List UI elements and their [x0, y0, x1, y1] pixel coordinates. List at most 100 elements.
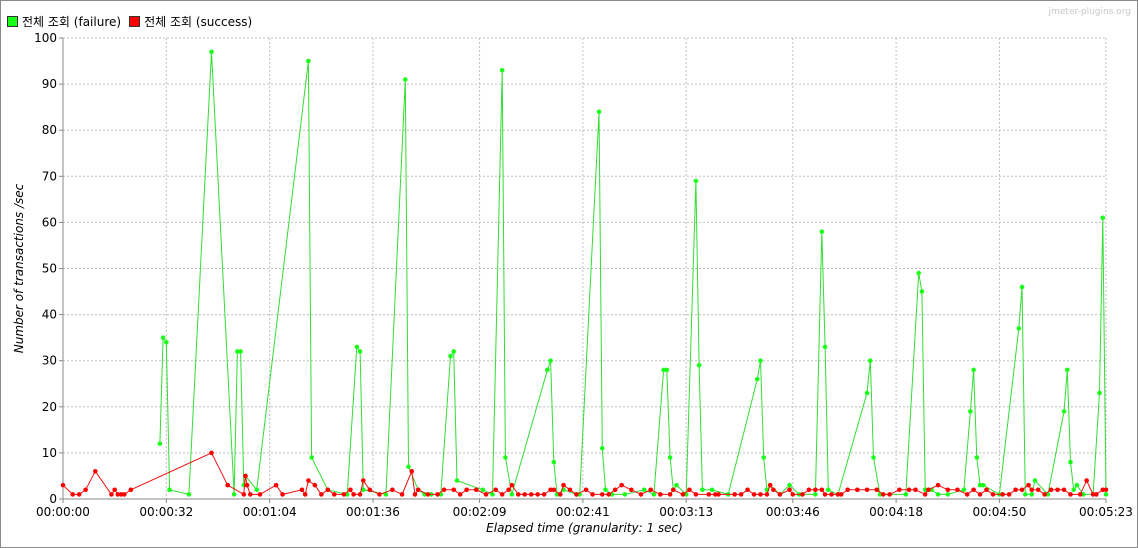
data-point-success[interactable]	[751, 492, 757, 497]
data-point-success[interactable]	[528, 492, 534, 497]
data-point-success[interactable]	[716, 492, 721, 497]
data-point-success[interactable]	[864, 487, 870, 493]
data-point-success[interactable]	[83, 487, 88, 493]
data-point-failure[interactable]	[1068, 459, 1073, 465]
data-point-success[interactable]	[800, 492, 805, 497]
data-point-success[interactable]	[247, 492, 253, 497]
data-point-success[interactable]	[76, 492, 82, 497]
data-point-success[interactable]	[838, 492, 844, 497]
data-point-failure[interactable]	[813, 492, 818, 497]
data-point-success[interactable]	[451, 487, 457, 493]
data-point-success[interactable]	[880, 492, 886, 497]
data-point-success[interactable]	[629, 487, 634, 493]
data-point-success[interactable]	[551, 487, 557, 493]
data-point-success[interactable]	[1019, 487, 1025, 493]
data-point-success[interactable]	[361, 478, 366, 483]
data-point-failure[interactable]	[968, 409, 973, 414]
data-point-failure[interactable]	[935, 492, 941, 497]
data-point-success[interactable]	[367, 487, 373, 493]
data-point-success[interactable]	[1013, 487, 1018, 493]
data-point-success[interactable]	[583, 487, 589, 493]
data-point-failure[interactable]	[503, 455, 508, 460]
data-point-success[interactable]	[680, 492, 686, 497]
data-point-success[interactable]	[351, 492, 356, 497]
data-point-success[interactable]	[319, 492, 324, 497]
data-point-failure[interactable]	[490, 492, 495, 497]
data-point-success[interactable]	[758, 492, 763, 497]
data-point-success[interactable]	[1035, 487, 1041, 493]
data-point-success[interactable]	[341, 492, 347, 497]
data-point-failure[interactable]	[160, 335, 166, 340]
data-point-success[interactable]	[412, 492, 418, 497]
data-point-success[interactable]	[561, 482, 566, 488]
data-point-failure[interactable]	[871, 455, 876, 460]
data-point-success[interactable]	[1094, 492, 1099, 497]
data-point-success[interactable]	[516, 492, 521, 497]
data-point-success[interactable]	[855, 487, 860, 493]
data-point-success[interactable]	[874, 487, 880, 493]
data-point-failure[interactable]	[357, 349, 363, 354]
data-point-success[interactable]	[829, 492, 834, 497]
data-point-success[interactable]	[764, 492, 770, 497]
data-point-success[interactable]	[738, 492, 744, 497]
data-point-failure[interactable]	[916, 270, 922, 276]
data-point-success[interactable]	[112, 487, 117, 493]
data-point-failure[interactable]	[1097, 390, 1102, 396]
data-point-failure[interactable]	[758, 358, 763, 364]
data-point-failure[interactable]	[667, 455, 673, 460]
data-point-success[interactable]	[457, 492, 463, 497]
data-point-success[interactable]	[441, 487, 447, 493]
data-point-success[interactable]	[257, 492, 263, 497]
data-point-failure[interactable]	[1064, 367, 1070, 373]
data-point-success[interactable]	[767, 482, 773, 488]
data-point-failure[interactable]	[971, 367, 976, 373]
data-point-failure[interactable]	[919, 289, 925, 294]
data-point-success[interactable]	[612, 487, 618, 493]
data-point-failure[interactable]	[1103, 492, 1109, 497]
data-point-success[interactable]	[509, 482, 515, 488]
data-point-failure[interactable]	[599, 445, 605, 451]
data-point-success[interactable]	[209, 450, 214, 456]
data-point-success[interactable]	[971, 487, 976, 493]
data-point-success[interactable]	[299, 487, 305, 493]
data-point-failure[interactable]	[709, 487, 715, 493]
data-point-success[interactable]	[325, 487, 331, 493]
data-point-failure[interactable]	[1100, 215, 1106, 221]
data-point-success[interactable]	[693, 492, 699, 497]
data-point-success[interactable]	[1103, 487, 1109, 493]
data-point-success[interactable]	[935, 482, 941, 488]
data-point-success[interactable]	[409, 469, 415, 474]
data-point-success[interactable]	[790, 492, 796, 497]
data-point-success[interactable]	[990, 492, 996, 497]
data-point-success[interactable]	[1000, 492, 1005, 497]
data-point-success[interactable]	[60, 482, 66, 488]
data-point-failure[interactable]	[1074, 482, 1080, 488]
data-point-failure[interactable]	[1061, 409, 1067, 414]
data-point-success[interactable]	[1068, 492, 1073, 497]
data-point-success[interactable]	[945, 487, 951, 493]
data-point-success[interactable]	[732, 492, 737, 497]
data-point-success[interactable]	[913, 487, 918, 493]
data-point-success[interactable]	[1042, 492, 1047, 497]
data-point-success[interactable]	[348, 487, 353, 493]
data-point-failure[interactable]	[499, 67, 505, 73]
data-point-success[interactable]	[964, 492, 970, 497]
data-point-failure[interactable]	[945, 492, 951, 497]
data-point-success[interactable]	[606, 492, 612, 497]
data-point-success[interactable]	[273, 482, 279, 488]
data-point-success[interactable]	[399, 492, 405, 497]
data-point-failure[interactable]	[903, 492, 909, 497]
data-point-failure[interactable]	[231, 492, 237, 497]
data-point-success[interactable]	[506, 487, 511, 493]
data-point-success[interactable]	[574, 492, 579, 497]
data-point-failure[interactable]	[306, 58, 311, 64]
data-point-failure[interactable]	[167, 487, 172, 493]
data-point-failure[interactable]	[545, 367, 550, 373]
data-point-success[interactable]	[557, 492, 563, 497]
data-point-success[interactable]	[1084, 478, 1089, 483]
data-point-failure[interactable]	[696, 363, 702, 368]
data-point-failure[interactable]	[448, 353, 453, 359]
data-point-success[interactable]	[1055, 487, 1060, 493]
data-point-failure[interactable]	[209, 49, 214, 55]
data-point-success[interactable]	[1029, 487, 1035, 493]
